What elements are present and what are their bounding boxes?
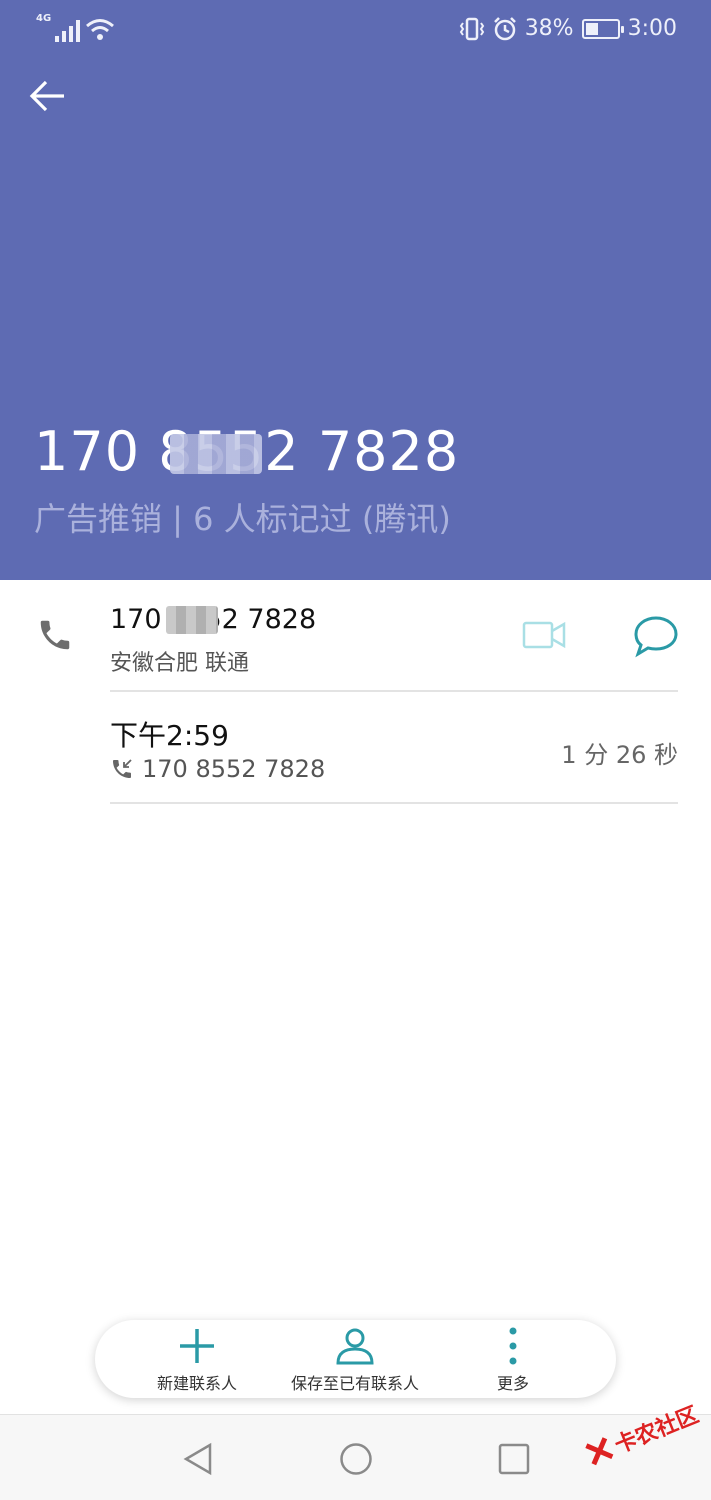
nav-back-button[interactable] xyxy=(176,1437,220,1481)
new-contact-button[interactable]: 新建联系人 xyxy=(117,1326,277,1394)
wifi-icon xyxy=(86,19,115,40)
video-call-button[interactable] xyxy=(520,614,568,660)
message-button[interactable] xyxy=(632,614,680,662)
battery-percent: 38% xyxy=(524,16,574,41)
back-button[interactable] xyxy=(22,70,74,122)
vibrate-icon xyxy=(459,17,484,40)
square-recents-icon xyxy=(498,1443,530,1475)
call-log-number-text: 170 8552 7828 xyxy=(142,755,326,783)
status-bar: 4G 38% 3:00 xyxy=(0,0,711,60)
more-button[interactable]: 更多 xyxy=(433,1326,593,1394)
nav-recents-button[interactable] xyxy=(492,1437,536,1481)
divider xyxy=(110,802,678,804)
save-existing-label: 保存至已有联系人 xyxy=(290,1374,419,1393)
status-right: 38% 3:00 xyxy=(459,16,677,41)
chat-bubble-icon xyxy=(634,616,678,658)
call-log-number: 170 8552 7828 xyxy=(110,755,325,783)
more-vertical-icon xyxy=(509,1327,517,1365)
privacy-blur xyxy=(170,434,262,474)
alarm-icon xyxy=(493,16,516,40)
number-location: 安徽合肥 联通 xyxy=(110,651,249,676)
action-bar: 新建联系人 保存至已有联系人 更多 xyxy=(95,1320,616,1398)
battery-icon xyxy=(581,18,624,39)
person-icon xyxy=(336,1328,374,1365)
network-type: 4G xyxy=(36,13,52,24)
spam-tag: 广告推销 | 6 人标记过 (腾讯) xyxy=(34,500,451,538)
more-label: 更多 xyxy=(496,1374,529,1393)
plus-icon xyxy=(180,1329,214,1363)
new-contact-label: 新建联系人 xyxy=(156,1374,237,1393)
divider xyxy=(110,690,678,692)
caller-header: 4G 38% 3:00 170 7828 广告推销 | 6 人标记过 (腾讯) xyxy=(0,0,711,580)
phone-icon xyxy=(36,616,74,658)
triangle-back-icon xyxy=(183,1442,212,1476)
incoming-call-icon xyxy=(113,759,132,778)
circle-home-icon xyxy=(340,1443,372,1475)
signal-icon xyxy=(55,20,81,42)
call-duration: 1 分 26 秒 xyxy=(561,741,678,769)
signal-indicators: 4G xyxy=(36,14,115,42)
call-time: 下午2:59 xyxy=(110,719,229,752)
arrow-left-icon xyxy=(29,80,64,112)
video-camera-icon xyxy=(522,621,566,649)
privacy-blur xyxy=(166,606,218,634)
save-existing-contact-button[interactable]: 保存至已有联系人 xyxy=(275,1326,435,1394)
nav-home-button[interactable] xyxy=(334,1437,378,1481)
clock: 3:00 xyxy=(627,16,677,41)
